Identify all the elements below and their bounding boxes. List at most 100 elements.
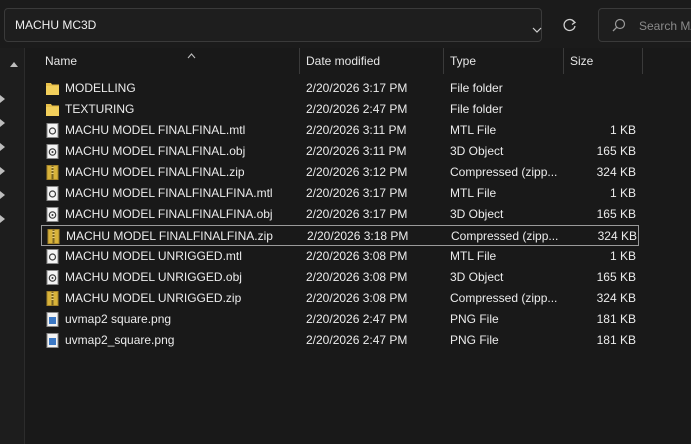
mtl-file-icon [46,123,59,138]
file-type: 3D Object [450,207,504,221]
file-name: MODELLING [65,81,136,95]
file-date: 2/20/2026 2:47 PM [306,333,408,347]
file-size: 165 KB [596,207,636,221]
file-size: 1 KB [609,123,636,137]
file-type: PNG File [450,333,499,347]
file-size: 165 KB [596,144,636,158]
file-row[interactable]: uvmap2_square.png 2/20/2026 2:47 PM PNG … [41,330,639,351]
file-row[interactable]: MACHU MODEL FINALFINALFINA.obj 2/20/2026… [41,204,639,225]
column-header-name[interactable]: Name [45,48,295,74]
file-name: MACHU MODEL FINALFINALFINA.zip [66,229,273,243]
file-date: 2/20/2026 3:17 PM [306,81,408,95]
file-row[interactable]: MODELLING 2/20/2026 3:17 PM File folder [41,78,639,99]
file-date: 2/20/2026 3:08 PM [306,291,408,305]
file-row[interactable]: MACHU MODEL FINALFINAL.zip 2/20/2026 3:1… [41,162,639,183]
scroll-up-icon[interactable] [10,54,18,72]
file-row[interactable]: MACHU MODEL FINALFINAL.mtl 2/20/2026 3:1… [41,120,639,141]
file-type: File folder [450,81,503,95]
file-name: uvmap2 square.png [65,312,172,326]
search-icon [612,18,626,37]
file-date: 2/20/2026 3:08 PM [306,249,408,263]
file-row[interactable]: TEXTURING 2/20/2026 2:47 PM File folder [41,99,639,120]
expand-arrow-icon[interactable] [0,166,6,176]
file-date: 2/20/2026 3:17 PM [306,207,408,221]
expand-arrow-icon[interactable] [0,118,6,128]
column-separator[interactable] [299,48,300,74]
obj-file-icon [46,144,59,159]
file-row[interactable]: MACHU MODEL FINALFINAL.obj 2/20/2026 3:1… [41,141,639,162]
folder-icon [46,83,59,95]
file-row-selected[interactable]: MACHU MODEL FINALFINALFINA.zip 2/20/2026… [41,225,639,246]
file-name: MACHU MODEL FINALFINALFINA.obj [65,207,273,221]
file-date: 2/20/2026 3:17 PM [306,186,408,200]
top-bar: MACHU MC3D Search MA [0,0,691,48]
file-name: MACHU MODEL FINALFINAL.mtl [65,123,246,137]
zip-file-icon [46,291,59,306]
file-name: MACHU MODEL UNRIGGED.obj [65,270,242,284]
file-size: 181 KB [596,333,636,347]
file-date: 2/20/2026 3:18 PM [307,229,409,243]
file-type: 3D Object [450,270,504,284]
file-row[interactable]: MACHU MODEL UNRIGGED.obj 2/20/2026 3:08 … [41,267,639,288]
file-name: MACHU MODEL FINALFINALFINA.mtl [65,186,273,200]
file-date: 2/20/2026 2:47 PM [306,102,408,116]
expand-arrow-icon[interactable] [0,142,6,152]
folder-icon [46,104,59,116]
search-input[interactable]: Search MA [598,8,691,42]
file-type: 3D Object [450,144,504,158]
file-size: 165 KB [596,270,636,284]
search-placeholder: Search MA [639,19,691,33]
file-list: Name Date modified Type Size MODELLING 2… [25,48,691,444]
navigation-pane[interactable] [0,48,25,444]
column-header-type[interactable]: Type [450,48,476,74]
address-path: MACHU MC3D [15,18,97,32]
address-bar[interactable]: MACHU MC3D [4,8,542,42]
file-date: 2/20/2026 3:11 PM [306,123,407,137]
file-date: 2/20/2026 3:08 PM [306,270,408,284]
file-type: Compressed (zipp... [450,165,558,179]
column-separator[interactable] [563,48,564,74]
file-name: TEXTURING [65,102,135,116]
expand-arrow-icon[interactable] [0,94,6,104]
file-size: 324 KB [596,291,636,305]
png-file-icon [46,333,59,348]
obj-file-icon [46,207,59,222]
file-explorer-window: MACHU MC3D Search MA [0,0,691,444]
zip-file-icon [46,165,59,180]
file-type: MTL File [450,249,497,263]
file-row[interactable]: uvmap2 square.png 2/20/2026 2:47 PM PNG … [41,309,639,330]
file-size: 1 KB [609,249,636,263]
file-type: MTL File [450,123,497,137]
file-type: Compressed (zipp... [451,229,559,243]
column-separator[interactable] [443,48,444,74]
column-header-size[interactable]: Size [570,48,593,74]
column-header-date-modified[interactable]: Date modified [306,48,380,74]
file-type: Compressed (zipp... [450,291,558,305]
file-name: MACHU MODEL FINALFINAL.obj [65,144,246,158]
mtl-file-icon [46,249,59,264]
file-size: 324 KB [597,229,637,243]
file-row[interactable]: MACHU MODEL FINALFINALFINA.mtl 2/20/2026… [41,183,639,204]
zip-file-icon [47,229,60,244]
file-name: MACHU MODEL UNRIGGED.zip [65,291,242,305]
file-date: 2/20/2026 3:11 PM [306,144,407,158]
file-type: File folder [450,102,503,116]
chevron-down-icon[interactable] [532,20,542,38]
file-size: 1 KB [609,186,636,200]
refresh-icon[interactable] [557,12,583,38]
expand-arrow-icon[interactable] [0,214,6,224]
file-type: MTL File [450,186,497,200]
file-date: 2/20/2026 2:47 PM [306,312,408,326]
file-size: 181 KB [596,312,636,326]
column-separator[interactable] [642,48,643,74]
expand-arrow-icon[interactable] [0,190,6,200]
file-name: uvmap2_square.png [65,333,175,347]
obj-file-icon [46,270,59,285]
sort-ascending-icon [187,42,196,68]
file-type: PNG File [450,312,499,326]
file-row[interactable]: MACHU MODEL UNRIGGED.zip 2/20/2026 3:08 … [41,288,639,309]
file-row[interactable]: MACHU MODEL UNRIGGED.mtl 2/20/2026 3:08 … [41,246,639,267]
column-header-label: Name [45,54,78,68]
file-name: MACHU MODEL UNRIGGED.mtl [65,249,242,263]
file-date: 2/20/2026 3:12 PM [306,165,408,179]
